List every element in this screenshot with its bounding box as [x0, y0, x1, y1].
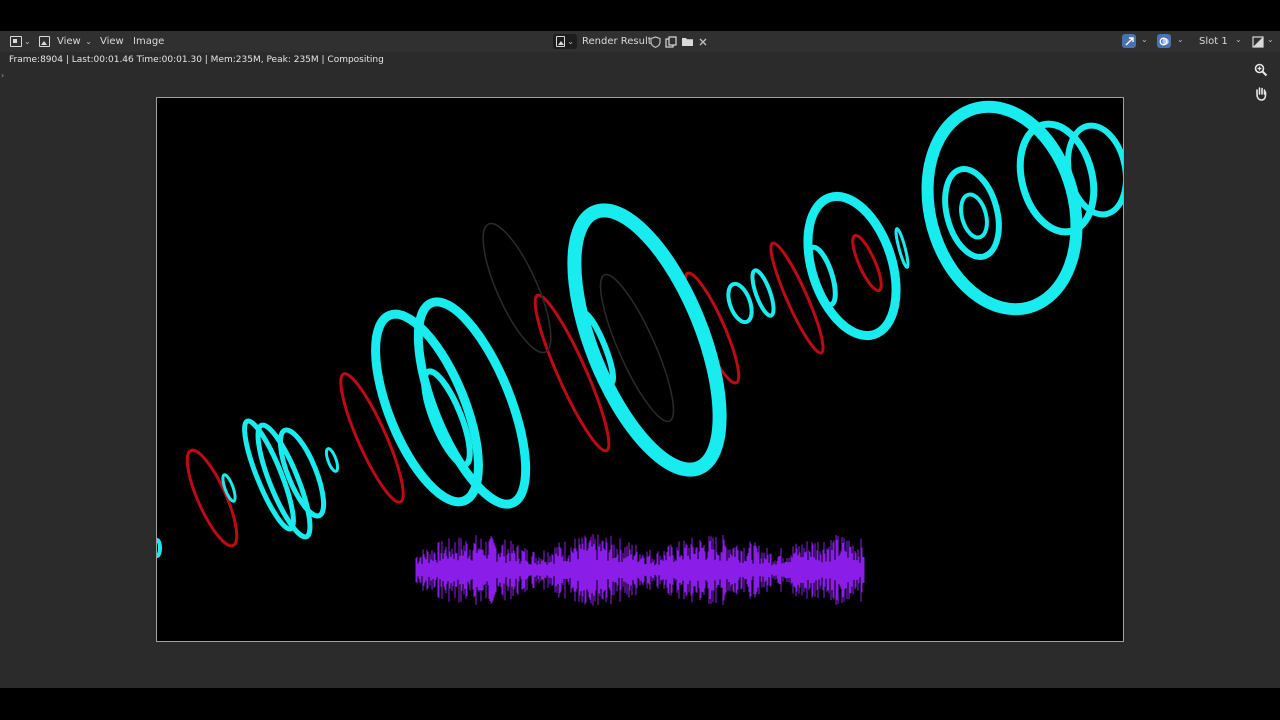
chevron-down-icon: ⌄ — [567, 37, 574, 46]
hand-icon — [1256, 87, 1267, 101]
cyan-ring — [726, 281, 754, 325]
zoom-icon — [1254, 63, 1268, 77]
fake-user-button[interactable] — [649, 34, 662, 49]
overlay-toggle-button[interactable] — [1157, 34, 1171, 48]
menu-label: Image — [133, 36, 165, 47]
image-name: Render Result — [582, 36, 652, 47]
render-image — [157, 100, 1123, 606]
cyan-ring — [567, 203, 727, 477]
menu-image[interactable]: Image — [133, 31, 164, 52]
menu-view-dropdown[interactable]: View ⌄ — [57, 31, 92, 52]
chevron-down-icon[interactable]: ⌄ — [1177, 35, 1184, 44]
chevron-down-icon[interactable]: ⌄ — [1141, 35, 1148, 44]
close-icon — [699, 38, 707, 45]
image-editor: ⌄ View ⌄ View Image ⌄ Render Result ⌄ ⌄ … — [0, 31, 1280, 688]
image-icon — [39, 36, 50, 47]
cyan-ring — [1016, 120, 1098, 236]
red-rim-group — [185, 233, 883, 548]
render-status-text: Frame:8904 | Last:00:01.46 Time:00:01.30… — [9, 55, 384, 65]
chevron-down-icon: ⌄ — [24, 37, 31, 46]
display-channels-button[interactable] — [1251, 34, 1265, 49]
menu-view[interactable]: View — [100, 31, 124, 52]
render-result-canvas[interactable] — [156, 97, 1124, 642]
chevron-down-icon[interactable]: ⌄ — [1235, 35, 1242, 44]
folder-icon — [681, 38, 693, 46]
shield-icon — [650, 35, 661, 48]
letterbox-bottom — [0, 688, 1280, 720]
duplicate-icon — [664, 35, 677, 48]
open-image-button[interactable] — [680, 34, 694, 49]
letterbox-top — [0, 0, 1280, 31]
editor-header: ⌄ View ⌄ View Image ⌄ Render Result ⌄ ⌄ … — [0, 31, 1280, 52]
image-icon — [556, 36, 566, 47]
channels-icon — [1252, 35, 1264, 48]
gizmo-toggle-button[interactable] — [1122, 34, 1136, 48]
pan-button[interactable] — [1253, 86, 1269, 102]
waveform-path — [415, 534, 865, 606]
menu-label: View — [57, 36, 81, 47]
editor-type-selector[interactable]: ⌄ — [10, 34, 31, 49]
cyan-ring — [959, 192, 989, 240]
cyan-ring — [324, 447, 340, 473]
cyan-ring — [942, 166, 1002, 260]
image-name-field[interactable]: Render Result — [582, 31, 652, 52]
overlay-toggle-icon — [1159, 37, 1169, 45]
cyan-ring — [157, 538, 162, 558]
cyan-ring — [413, 297, 531, 509]
audio-waveform — [415, 534, 865, 606]
slot-label: Slot 1 — [1199, 36, 1228, 47]
chevron-right-icon[interactable]: › — [1, 71, 4, 80]
unlink-button[interactable] — [697, 34, 709, 49]
chevron-down-icon: ⌄ — [82, 37, 92, 46]
image-editor-icon — [10, 36, 22, 47]
gizmo-toggle-icon — [1125, 36, 1134, 45]
image-browse-button[interactable]: ⌄ — [553, 34, 577, 49]
zoom-button[interactable] — [1253, 63, 1269, 79]
chevron-down-icon[interactable]: ⌄ — [1267, 35, 1274, 44]
menu-label: View — [100, 36, 124, 47]
new-image-button[interactable] — [664, 34, 677, 49]
slot-selector[interactable]: Slot 1 — [1193, 34, 1234, 49]
cyan-ring-group — [157, 100, 1123, 558]
mode-selector[interactable] — [39, 34, 50, 49]
